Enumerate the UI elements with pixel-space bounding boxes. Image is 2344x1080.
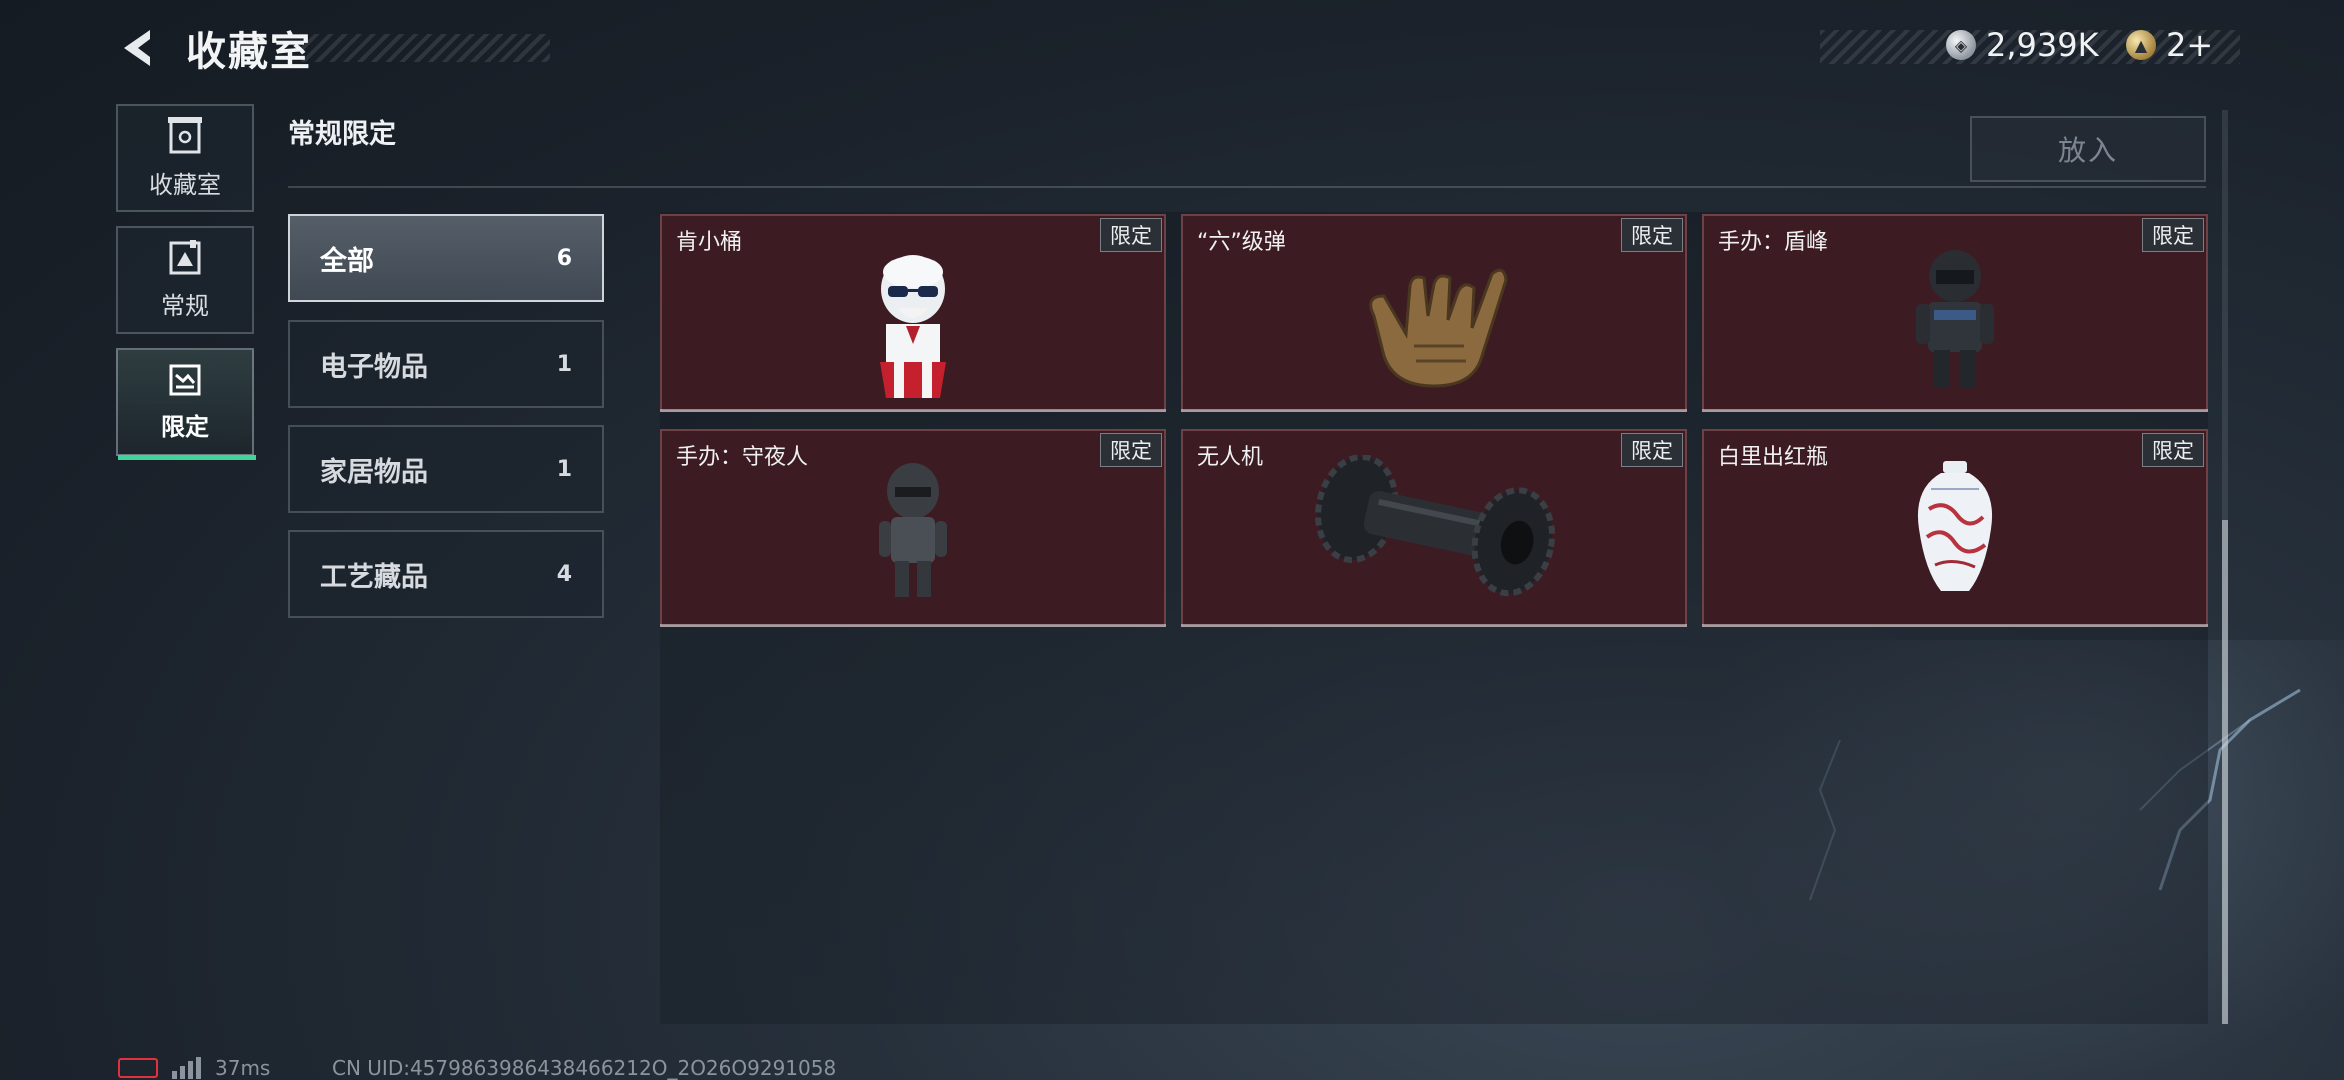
category-household[interactable]: 家居物品 1 <box>288 425 604 513</box>
limited-badge: 限定 <box>1621 433 1683 467</box>
item-name: 肯小桶 <box>676 230 743 255</box>
category-count: 1 <box>556 456 572 482</box>
tracked-drone-icon <box>1315 455 1556 597</box>
limited-icon <box>169 364 201 395</box>
silver-coin-icon: ◈ <box>1946 30 1976 60</box>
item-card-kfc-bucket[interactable]: 肯小桶 限定 <box>660 214 1166 412</box>
limited-badge: 限定 <box>1621 218 1683 252</box>
item-name: 无人机 <box>1197 445 1264 470</box>
title-stripe-decoration <box>300 34 550 62</box>
scrollbar-thumb[interactable] <box>2222 520 2228 1024</box>
nav-label-collection-room: 收藏室 <box>149 170 221 199</box>
limited-badge: 限定 <box>1100 433 1162 467</box>
nav-item-limited[interactable]: 限定 <box>116 348 256 460</box>
item-card-shield-peak[interactable]: 手办：盾峰 限定 <box>1702 214 2208 412</box>
item-name: 手办：守夜人 <box>676 445 809 470</box>
nav-label-limited: 限定 <box>161 412 209 441</box>
nav-item-regular[interactable]: 常规 <box>116 226 254 334</box>
battery-icon <box>118 1058 158 1078</box>
top-header: 收藏室 ◈ 2,939K ▲ 2+ <box>0 0 2344 100</box>
item-name: “六”级弹 <box>1197 230 1286 255</box>
category-count: 4 <box>556 561 572 587</box>
back-arrow-icon <box>124 30 150 66</box>
item-name: 手办：盾峰 <box>1718 230 1829 255</box>
kfc-colonel-figure-icon <box>880 255 946 398</box>
gold-currency-value: 2+ <box>2166 26 2214 64</box>
item-card-drone[interactable]: 无人机 限定 <box>1181 429 1687 627</box>
silver-currency: ◈ 2,939K <box>1946 26 2099 64</box>
category-electronics[interactable]: 电子物品 1 <box>288 320 604 408</box>
category-label: 工艺藏品 <box>320 561 428 593</box>
item-card-night-watcher[interactable]: 手办：守夜人 限定 <box>660 429 1166 627</box>
item-card-porcelain-vase[interactable]: 白里出红瓶 限定 <box>1702 429 2208 627</box>
category-all[interactable]: 全部 6 <box>288 214 604 302</box>
back-button[interactable] <box>116 24 160 72</box>
silver-currency-value: 2,939K <box>1986 26 2099 64</box>
item-card-shaka-bullet[interactable]: “六”级弹 限定 <box>1181 214 1687 412</box>
collection-room-icon <box>168 116 202 153</box>
item-name: 白里出红瓶 <box>1718 445 1829 470</box>
regular-icon <box>169 239 201 274</box>
section-title: 常规限定 <box>288 119 396 150</box>
scrollbar[interactable] <box>2222 110 2228 1024</box>
put-in-button[interactable]: 放入 <box>1970 116 2206 182</box>
page-title: 收藏室 <box>186 29 312 75</box>
shaka-hand-icon <box>1369 268 1508 388</box>
category-crafts[interactable]: 工艺藏品 4 <box>288 530 604 618</box>
category-label: 家居物品 <box>320 456 428 488</box>
uid-text: CN UID:4579863986438466212O_2O26O9291058 <box>332 1056 837 1080</box>
category-label: 电子物品 <box>320 351 428 383</box>
limited-badge: 限定 <box>1100 218 1162 252</box>
section-divider <box>288 186 2206 188</box>
signal-icon <box>172 1057 201 1079</box>
limited-badge: 限定 <box>2142 433 2204 467</box>
nav-label-regular: 常规 <box>161 291 209 320</box>
status-footer: 37ms <box>118 1056 270 1080</box>
gold-coin-icon: ▲ <box>2126 30 2156 60</box>
nav-item-collection-room[interactable]: 收藏室 <box>116 104 254 212</box>
category-count: 6 <box>556 245 572 271</box>
category-label: 全部 <box>320 245 374 277</box>
active-nav-underline <box>118 455 256 460</box>
armored-soldier-figure-icon <box>1916 250 1994 388</box>
items-panel: 肯小桶 限定 “六”级弹 限定 手办：盾峰 限定 手办：守夜人 限定 无人机 限… <box>660 212 2208 1024</box>
porcelain-vase-icon <box>1917 461 1993 591</box>
ping-value: 37ms <box>215 1056 271 1080</box>
limited-badge: 限定 <box>2142 218 2204 252</box>
gold-currency: ▲ 2+ <box>2126 26 2213 64</box>
night-watcher-figure-icon <box>879 463 947 597</box>
category-count: 1 <box>556 351 572 377</box>
